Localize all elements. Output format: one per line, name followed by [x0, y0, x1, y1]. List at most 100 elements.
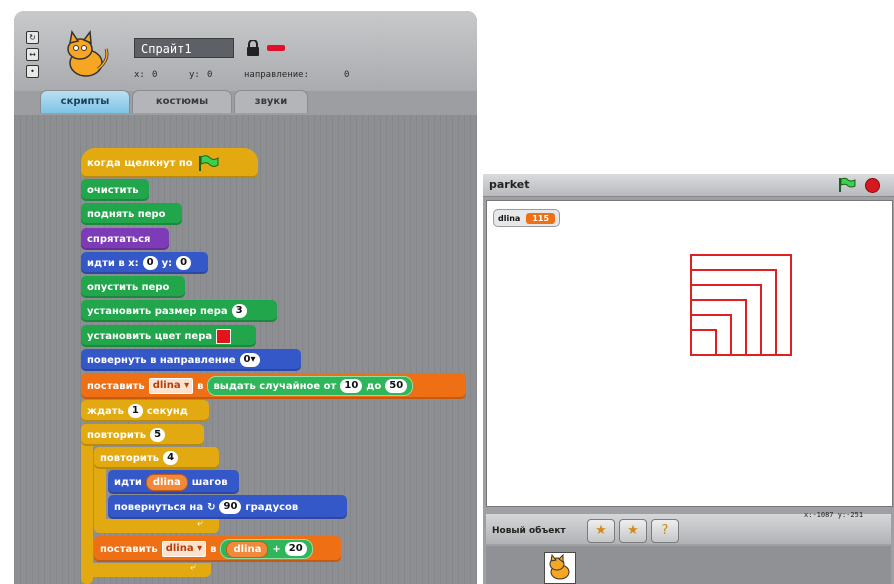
pen-size-input[interactable]: 3 [231, 304, 247, 318]
wait-label: ждать [87, 405, 124, 417]
green-flag-icon[interactable] [838, 177, 856, 193]
goto-y-label: y: [161, 257, 173, 269]
drawn-square-4 [691, 299, 747, 355]
move-label: идти [114, 476, 142, 488]
variable-monitor: dlina 115 [493, 209, 561, 227]
hat-label: когда щелкнут по [87, 157, 193, 169]
turn-unit: градусов [245, 501, 299, 513]
random-from-input[interactable]: 10 [340, 379, 363, 393]
project-title: parket [489, 178, 530, 191]
stage-title-bar: parket [483, 174, 894, 197]
stage-panel: parket dlina 115 Новый объект ★ ★ ? x:-1… [483, 174, 894, 584]
repeat-inner-label: повторить [100, 452, 160, 464]
goto-label: идти в x: [87, 257, 139, 269]
sprite-list [486, 546, 891, 584]
goto-x-input[interactable]: 0 [142, 256, 158, 270]
scripts-area[interactable]: когда щелкнут по очистить поднять перо с… [14, 115, 477, 584]
add-operator-block[interactable]: dlina + 20 [220, 539, 313, 559]
tab-scripts[interactable]: скрипты [40, 90, 130, 113]
x-label: x: [134, 70, 145, 80]
drawn-square-3 [691, 284, 762, 355]
loop-arrow-icon-2: ⤶ [190, 562, 196, 573]
repeat-outer-label: повторить [87, 429, 147, 441]
random-sprite-button[interactable]: ? [651, 519, 679, 543]
wait-unit: секунд [146, 405, 188, 417]
set-pen-size-block[interactable]: установить размер пера 3 [81, 300, 277, 322]
rotate-style-all-icon[interactable]: ↻ [26, 31, 39, 44]
goto-y-input[interactable]: 0 [176, 256, 192, 270]
set-variable-add-block[interactable]: поставить dlina ▾ в dlina + 20 [94, 536, 341, 562]
pen-up-block[interactable]: поднять перо [81, 203, 182, 225]
paint-sprite-button[interactable]: ★ [587, 519, 615, 543]
point-in-direction-block[interactable]: повернуть в направление 0▾ [81, 349, 301, 371]
drawn-square-2 [691, 269, 777, 355]
pen-color-label: установить цвет пера [87, 330, 213, 342]
repeat-outer-input[interactable]: 5 [150, 428, 166, 442]
goto-xy-block[interactable]: идти в x: 0 y: 0 [81, 252, 208, 274]
pen-up-label: поднять перо [87, 208, 166, 220]
x-value: 0 [152, 70, 158, 80]
random-label: выдать случайное от [213, 380, 337, 392]
move-variable-reporter[interactable]: dlina [145, 473, 188, 491]
lock-icon[interactable] [246, 40, 260, 56]
pick-random-block[interactable]: выдать случайное от 10 до 50 [207, 376, 414, 396]
set2-label: поставить [100, 543, 158, 555]
turn-input[interactable]: 90 [219, 500, 242, 514]
loop-arrow-icon: ⤶ [197, 518, 203, 529]
clear-block[interactable]: очистить [81, 179, 149, 201]
random-to-input[interactable]: 50 [385, 379, 408, 393]
rotate-style-none-icon[interactable]: • [26, 65, 39, 78]
repeat-outer-arm [81, 424, 93, 584]
drawn-square-5 [691, 314, 732, 355]
repeat-inner-block[interactable]: повторить 4 [94, 447, 219, 469]
y-value: 0 [207, 70, 213, 80]
move-unit: шагов [191, 476, 228, 488]
add-input[interactable]: 20 [284, 542, 307, 556]
stage-canvas[interactable]: dlina 115 [486, 200, 893, 507]
sprite-thumbnail[interactable] [544, 552, 576, 584]
script-editor-panel: ↻ ↔ • Спрайт1 x: 0 y: 0 направление: 0 с… [14, 11, 477, 584]
hide-label: спрятаться [87, 233, 151, 245]
clear-label: очистить [87, 184, 139, 196]
rotate-style-lr-icon[interactable]: ↔ [26, 48, 39, 61]
point-dir-input[interactable]: 0▾ [239, 353, 260, 367]
import-sprite-button[interactable]: ★ [619, 519, 647, 543]
mouse-coordinates: x:-1087 y:-251 [804, 511, 863, 519]
turn-right-icon: ↻ [207, 501, 216, 513]
monitor-label: dlina [498, 213, 521, 223]
set2-var-name: dlina [165, 543, 194, 554]
stop-sign-icon[interactable] [865, 178, 880, 193]
pen-drawing [690, 254, 792, 356]
when-flag-clicked-block[interactable]: когда щелкнут по [81, 148, 258, 178]
mouse-y-label: y: [837, 511, 847, 519]
pen-size-label: установить размер пера [87, 305, 228, 317]
cat-sprite-icon [67, 29, 109, 77]
wait-input[interactable]: 1 [127, 404, 143, 418]
pen-down-block[interactable]: опустить перо [81, 276, 185, 298]
set-variable-block[interactable]: поставить dlina ▾ в выдать случайное от … [81, 373, 466, 399]
repeat-outer-block[interactable]: повторить 5 [81, 424, 204, 446]
green-flag-icon [198, 155, 219, 171]
set-to-label: в [197, 380, 204, 392]
minus-icon[interactable] [267, 45, 285, 51]
new-object-label: Новый объект [492, 526, 566, 536]
set-pen-color-block[interactable]: установить цвет пера [81, 325, 256, 347]
repeat-inner-input[interactable]: 4 [163, 451, 179, 465]
tab-costumes[interactable]: костюмы [132, 90, 232, 113]
point-dir-value: 0 [243, 354, 251, 365]
tab-sounds[interactable]: звуки [234, 90, 308, 113]
y-label: y: [189, 70, 200, 80]
sprite-name-field[interactable]: Спрайт1 [134, 38, 234, 58]
add-variable-reporter[interactable]: dlina [226, 540, 269, 558]
direction-value: 0 [344, 70, 350, 80]
pen-color-swatch[interactable] [216, 328, 232, 344]
hide-block[interactable]: спрятаться [81, 228, 169, 250]
mouse-y: -251 [846, 511, 864, 519]
wait-block[interactable]: ждать 1 секунд [81, 400, 209, 422]
random-to-label: до [366, 380, 382, 392]
set2-to-label: в [210, 543, 217, 555]
move-steps-block[interactable]: идти dlina шагов [108, 470, 239, 494]
variable-dropdown[interactable]: dlina ▾ [148, 378, 194, 394]
variable-dropdown-2[interactable]: dlina ▾ [161, 541, 207, 557]
turn-degrees-block[interactable]: повернуться на ↻ 90 градусов [108, 495, 347, 519]
